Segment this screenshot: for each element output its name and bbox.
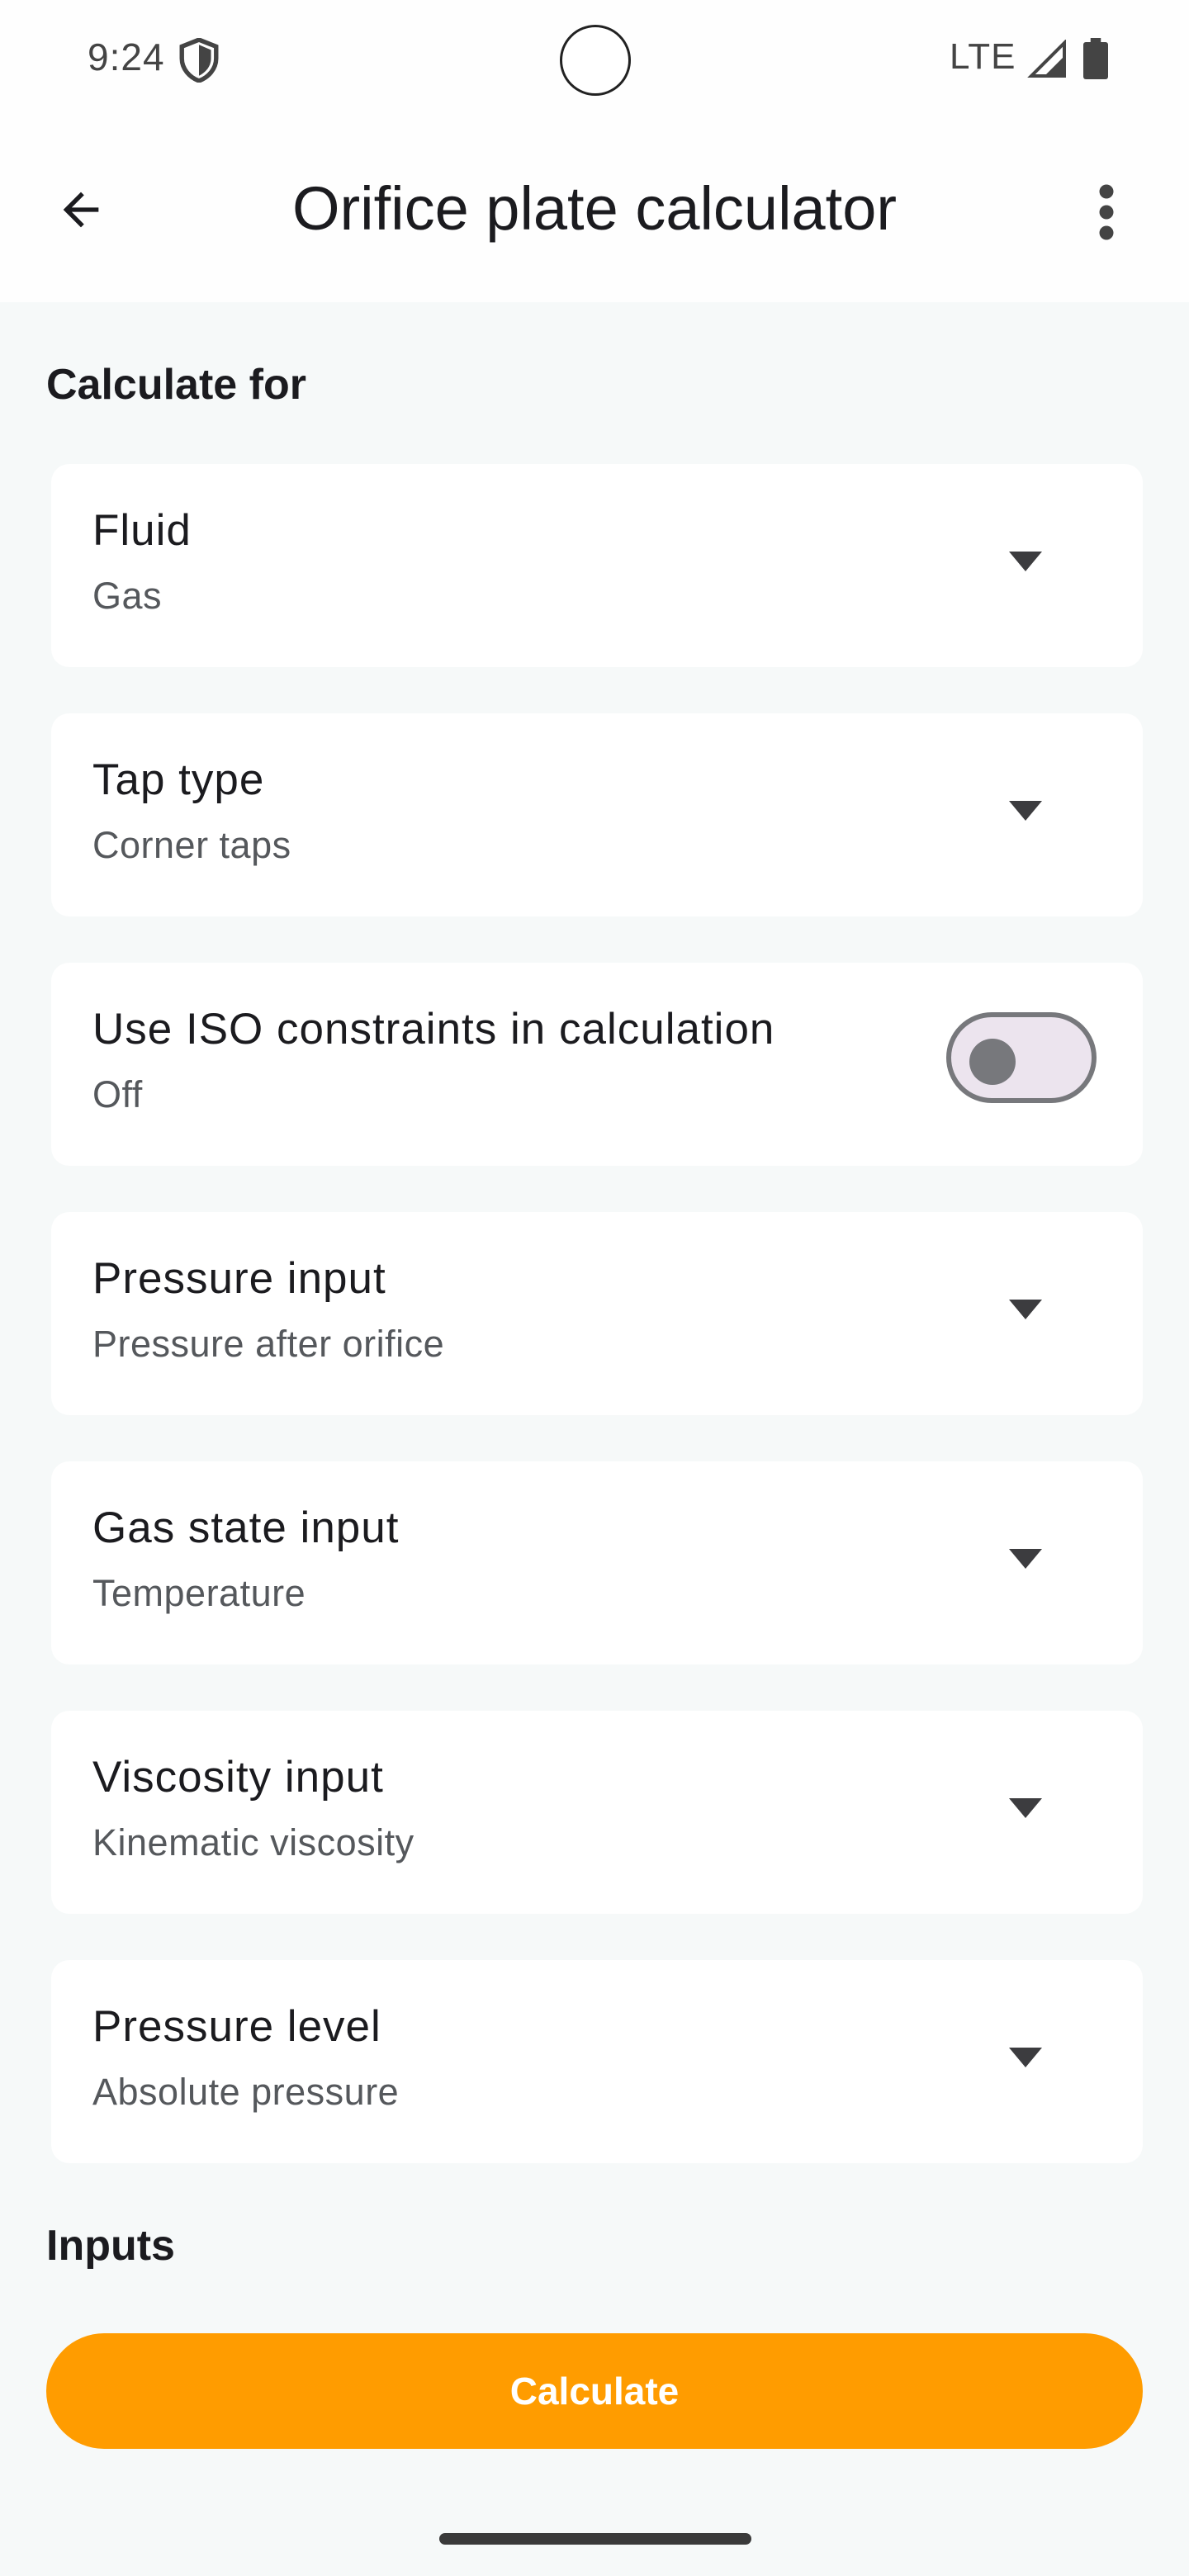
setting-viscosity-input[interactable]: Viscosity input Kinematic viscosity xyxy=(51,1711,1143,1914)
setting-label: Gas state input xyxy=(92,1503,400,1552)
shield-icon xyxy=(179,38,219,83)
page-title: Orifice plate calculator xyxy=(291,174,898,243)
setting-pressure-level[interactable]: Pressure level Absolute pressure xyxy=(51,1960,1143,2163)
camera-cutout xyxy=(560,25,631,96)
setting-value: Kinematic viscosity xyxy=(92,1821,414,1863)
network-type: LTE xyxy=(950,36,1016,77)
setting-iso-constraints[interactable]: Use ISO constraints in calculation Off xyxy=(51,963,1143,1166)
setting-value: Pressure after orifice xyxy=(92,1323,445,1365)
calculate-button[interactable]: Calculate xyxy=(46,2333,1143,2449)
toggle-knob xyxy=(969,1039,1016,1085)
signal-icon xyxy=(1027,40,1066,78)
setting-label: Pressure level xyxy=(92,2002,381,2051)
section-header-inputs: Inputs xyxy=(46,2222,175,2270)
setting-label: Pressure input xyxy=(92,1254,386,1303)
setting-value: Corner taps xyxy=(92,824,291,866)
iso-constraints-toggle[interactable] xyxy=(946,1012,1097,1103)
status-bar: 9:24 LTE xyxy=(0,0,1189,119)
dropdown-arrow-icon[interactable] xyxy=(1009,1798,1042,1818)
dropdown-arrow-icon[interactable] xyxy=(1009,801,1042,821)
setting-pressure-input[interactable]: Pressure input Pressure after orifice xyxy=(51,1212,1143,1415)
setting-gas-state-input[interactable]: Gas state input Temperature xyxy=(51,1461,1143,1664)
dropdown-arrow-icon[interactable] xyxy=(1009,1549,1042,1569)
app-bar: Orifice plate calculator xyxy=(0,119,1189,302)
battery-icon xyxy=(1083,38,1108,79)
more-vert-icon xyxy=(1099,184,1114,240)
setting-label: Viscosity input xyxy=(92,1753,384,1802)
setting-label: Fluid xyxy=(92,506,192,555)
gesture-navigation-bar[interactable] xyxy=(439,2533,751,2545)
setting-value: Absolute pressure xyxy=(92,2071,400,2113)
setting-label: Use ISO constraints in calculation xyxy=(92,1005,775,1054)
status-time: 9:24 xyxy=(88,36,165,78)
setting-value: Temperature xyxy=(92,1572,306,1614)
dropdown-arrow-icon[interactable] xyxy=(1009,2048,1042,2067)
setting-fluid[interactable]: Fluid Gas xyxy=(51,464,1143,667)
setting-label: Tap type xyxy=(92,755,265,804)
dropdown-arrow-icon[interactable] xyxy=(1009,1300,1042,1319)
section-header-calculate-for: Calculate for xyxy=(46,361,306,409)
setting-value: Off xyxy=(92,1073,143,1115)
setting-value: Gas xyxy=(92,575,163,617)
dropdown-arrow-icon[interactable] xyxy=(1009,552,1042,571)
setting-tap-type[interactable]: Tap type Corner taps xyxy=(51,713,1143,916)
more-options-button[interactable] xyxy=(1082,175,1131,249)
